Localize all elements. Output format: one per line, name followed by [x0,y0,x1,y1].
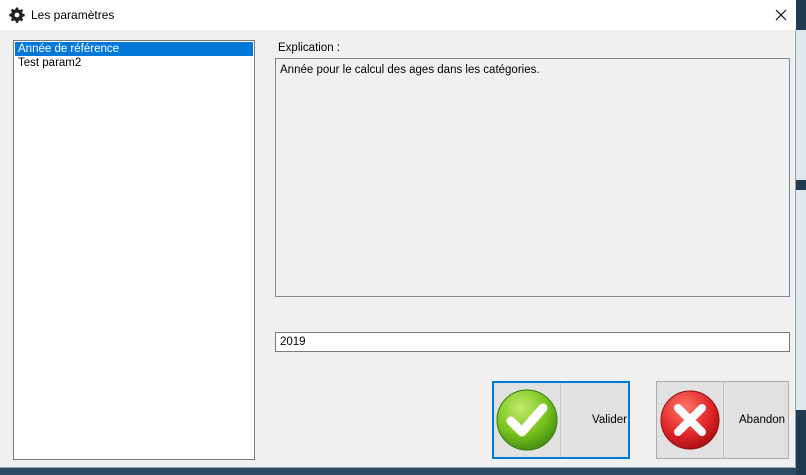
abandon-label: Abandon [739,414,786,426]
window-title: Les paramètres [31,8,115,22]
parameter-list[interactable]: Année de référence Test param2 [13,40,255,460]
valider-label: Valider [592,414,627,426]
explication-text: Année pour le calcul des ages dans les c… [280,64,540,76]
parameters-dialog: Les paramètres Année de référence Test p… [0,0,796,468]
list-item-test-param2[interactable]: Test param2 [15,56,253,70]
list-item-annee-de-reference[interactable]: Année de référence [15,42,253,56]
parameter-value-input[interactable] [275,332,790,352]
close-icon [775,9,787,21]
explication-label: Explication : [278,42,341,54]
explication-text-box: Année pour le calcul des ages dans les c… [275,58,790,297]
valider-button[interactable]: Valider [492,381,630,459]
background-window-edge [796,0,806,475]
red-x-icon [660,390,720,450]
green-check-icon [496,389,558,451]
background-panel-light [796,30,806,180]
gear-icon [9,7,25,23]
abandon-icon-area [657,382,724,458]
close-button[interactable] [766,0,796,30]
title-bar: Les paramètres [0,0,796,30]
background-panel-light [796,190,806,410]
abandon-button[interactable]: Abandon [656,381,789,459]
valider-icon-area [494,383,561,457]
